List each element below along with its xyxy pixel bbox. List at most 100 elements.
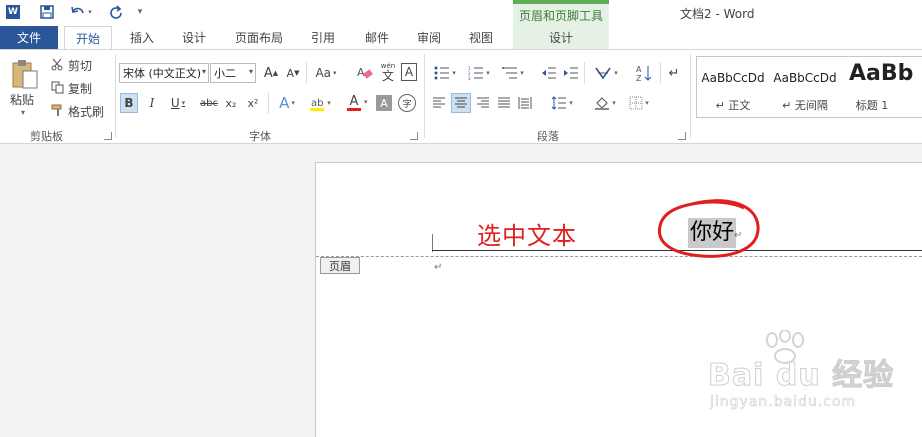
superscript-button[interactable]: x² bbox=[244, 93, 262, 113]
group-separator bbox=[584, 62, 585, 84]
align-right-icon[interactable] bbox=[474, 93, 492, 113]
group-separator bbox=[115, 54, 116, 138]
group-separator bbox=[306, 62, 307, 84]
grow-font-icon[interactable]: A ▲ bbox=[262, 64, 280, 82]
paste-dropdown-icon[interactable]: ▾ bbox=[21, 108, 25, 117]
phonetic-guide-icon[interactable]: wén 文 bbox=[378, 61, 398, 83]
chevron-down-icon: ▾ bbox=[364, 98, 368, 106]
subscript-button[interactable]: x₂ bbox=[222, 93, 240, 113]
chevron-down-icon: ▾ bbox=[248, 67, 253, 76]
group-separator bbox=[690, 54, 691, 138]
highlight-color-icon[interactable]: ab ▾ bbox=[306, 93, 334, 113]
align-left-icon[interactable] bbox=[430, 93, 448, 113]
style-no-spacing[interactable]: AaBbCcDd ↵ 无间隔 bbox=[769, 57, 841, 117]
format-painter-button[interactable]: 格式刷 bbox=[68, 103, 104, 120]
tab-view[interactable]: 视图 bbox=[460, 26, 502, 49]
annotation-label: 选中文本 bbox=[477, 222, 577, 250]
header-footer-tools-title: 页眉和页脚工具 bbox=[513, 0, 609, 26]
font-launcher-icon[interactable] bbox=[410, 132, 418, 140]
copy-icon[interactable] bbox=[50, 80, 64, 94]
strikethrough-button[interactable]: abc bbox=[198, 93, 220, 113]
svg-text:ab: ab bbox=[311, 98, 323, 109]
style-preview: AaBbCcDd bbox=[701, 71, 765, 85]
customize-qat-icon[interactable]: ▾ bbox=[134, 3, 146, 21]
tab-design[interactable]: 设计 bbox=[174, 26, 214, 49]
font-size-value: 小二 bbox=[214, 67, 236, 80]
bullets-icon[interactable]: ▾ bbox=[430, 64, 460, 82]
change-case-icon[interactable]: Aa ▾ bbox=[312, 64, 340, 82]
style-preview: AaBb bbox=[849, 61, 914, 86]
align-center-icon[interactable] bbox=[451, 93, 471, 113]
justify-icon[interactable] bbox=[495, 93, 513, 113]
styles-gallery: AaBbCcDd ↵ 正文 AaBbCcDd ↵ 无间隔 AaBb 标题 1 bbox=[696, 56, 922, 118]
font-name-value: 宋体 (中文正文) bbox=[123, 67, 202, 80]
word-icon[interactable]: W bbox=[6, 5, 20, 19]
paste-icon[interactable] bbox=[8, 56, 42, 92]
style-preview: AaBbCcDd bbox=[773, 71, 837, 85]
ribbon: 粘贴 ▾ 剪切 复制 格式刷 剪贴板 宋体 (中文正文) ▾ 小二 ▾ A ▲ A ▼ … bbox=[0, 49, 922, 144]
svg-text:Z: Z bbox=[636, 74, 642, 82]
paragraph-shading-icon[interactable]: ▾ bbox=[590, 93, 620, 113]
svg-text:A: A bbox=[636, 65, 642, 74]
svg-text:3: 3 bbox=[468, 76, 471, 80]
tab-page-layout[interactable]: 页面布局 bbox=[226, 26, 292, 49]
tab-insert[interactable]: 插入 bbox=[122, 26, 162, 49]
clipboard-group-label: 剪贴板 bbox=[30, 130, 63, 143]
window-title: 文档2 - Word bbox=[680, 7, 755, 21]
font-name-combo[interactable]: 宋体 (中文正文) ▾ bbox=[119, 63, 209, 83]
sort-icon[interactable]: AZ bbox=[634, 62, 654, 84]
group-separator bbox=[268, 92, 269, 114]
style-name: 标题 1 bbox=[855, 99, 889, 112]
line-spacing-icon[interactable]: ▾ bbox=[546, 93, 578, 113]
baidu-watermark-logo: Bai du 经验 jingyan.baidu.com bbox=[700, 330, 900, 430]
redo-icon[interactable] bbox=[106, 3, 126, 21]
font-group-label: 字体 bbox=[249, 130, 271, 143]
italic-button[interactable]: I bbox=[143, 93, 161, 113]
chinese-layout-icon[interactable]: ▾ bbox=[590, 64, 622, 82]
scissors-icon[interactable] bbox=[50, 57, 64, 71]
font-size-combo[interactable]: 小二 ▾ bbox=[210, 63, 256, 83]
show-hide-marks-icon[interactable]: ↵ bbox=[666, 64, 682, 82]
header-label-tag[interactable]: 页眉 bbox=[320, 257, 360, 274]
underline-button[interactable]: U ▾ bbox=[165, 93, 191, 113]
style-heading-1[interactable]: AaBb 标题 1 bbox=[841, 57, 922, 117]
tab-file[interactable]: 文件 bbox=[0, 26, 58, 49]
tab-references[interactable]: 引用 bbox=[302, 26, 344, 49]
red-circle-annotation bbox=[657, 199, 760, 258]
svg-text:A: A bbox=[357, 66, 365, 79]
enclose-characters-icon[interactable]: 字 bbox=[398, 94, 416, 112]
borders-icon[interactable]: ▾ bbox=[624, 93, 654, 113]
style-name: ↵ 无间隔 bbox=[782, 99, 828, 112]
decrease-indent-icon[interactable] bbox=[540, 64, 558, 82]
undo-icon[interactable]: ▾ bbox=[66, 3, 96, 21]
paragraph-mark: ↵ bbox=[434, 262, 443, 273]
tab-review[interactable]: 审阅 bbox=[408, 26, 450, 49]
title-bar: W ▾ ▾ 页眉和页脚工具 文档2 - Word bbox=[0, 0, 922, 26]
style-name: ↵ 正文 bbox=[715, 99, 751, 112]
clear-formatting-icon[interactable]: A bbox=[356, 64, 374, 82]
paragraph-launcher-icon[interactable] bbox=[678, 132, 686, 140]
tab-header-footer-design[interactable]: 设计 bbox=[513, 26, 609, 49]
copy-button[interactable]: 复制 bbox=[68, 80, 92, 97]
tab-home[interactable]: 开始 bbox=[64, 26, 112, 50]
increase-indent-icon[interactable] bbox=[562, 64, 580, 82]
character-shading-icon[interactable]: A bbox=[376, 95, 392, 111]
bold-button[interactable]: B bbox=[120, 93, 138, 113]
chevron-down-icon: ▾ bbox=[201, 67, 206, 76]
watermark-url: jingyan.baidu.com bbox=[710, 394, 857, 411]
distributed-icon[interactable] bbox=[516, 93, 534, 113]
tab-mailings[interactable]: 邮件 bbox=[356, 26, 398, 49]
style-normal[interactable]: AaBbCcDd ↵ 正文 bbox=[697, 57, 769, 117]
shrink-font-icon[interactable]: A ▼ bbox=[284, 64, 302, 82]
format-painter-icon[interactable] bbox=[50, 103, 64, 117]
ribbon-tabs: 文件 开始 插入 设计 页面布局 引用 邮件 审阅 视图 设计 bbox=[0, 26, 922, 50]
save-icon[interactable] bbox=[38, 3, 56, 21]
numbering-icon[interactable]: 1 2 3 ▾ bbox=[464, 64, 494, 82]
clipboard-launcher-icon[interactable] bbox=[104, 132, 112, 140]
character-border-icon[interactable]: A bbox=[401, 63, 417, 81]
group-separator bbox=[424, 54, 425, 138]
cut-button[interactable]: 剪切 bbox=[68, 57, 92, 74]
text-effects-icon[interactable]: A ▾ bbox=[274, 93, 300, 113]
multilevel-list-icon[interactable]: ▾ bbox=[498, 64, 528, 82]
paste-button[interactable]: 粘贴 bbox=[10, 91, 34, 108]
